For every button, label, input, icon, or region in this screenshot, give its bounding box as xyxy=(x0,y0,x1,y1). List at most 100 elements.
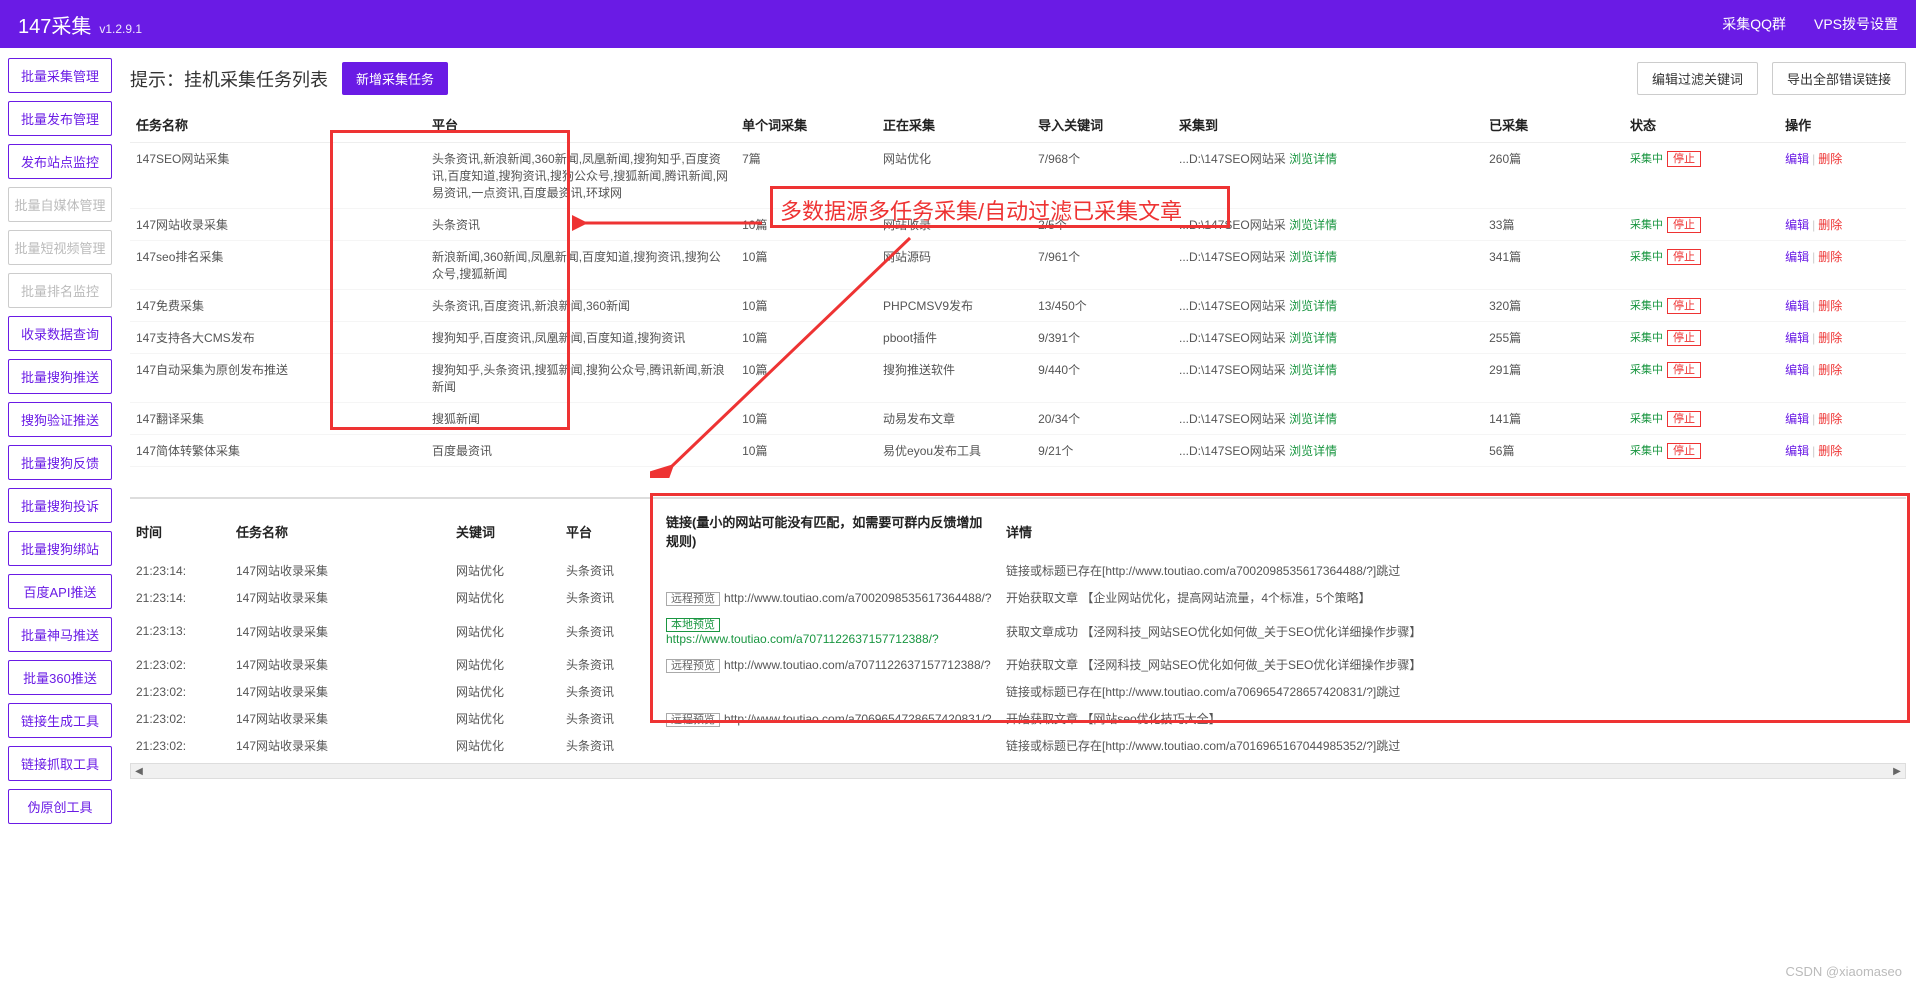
filter-keyword-button[interactable]: 编辑过滤关键词 xyxy=(1637,62,1758,95)
stop-button[interactable]: 停止 xyxy=(1667,411,1701,427)
page-title: 提示：挂机采集任务列表 xyxy=(130,66,328,92)
delete-link[interactable]: 删除 xyxy=(1818,363,1842,377)
remote-preview-badge[interactable]: 远程预览 xyxy=(666,659,720,673)
cell-collectto: ...D:\147SEO网站采 浏览详情 xyxy=(1173,290,1483,322)
sidebar-item-5: 批量排名监控 xyxy=(8,273,112,308)
delete-link[interactable]: 删除 xyxy=(1818,299,1842,313)
log-cell-task: 147网站收录采集 xyxy=(230,651,450,678)
log-cell-task: 147网站收录采集 xyxy=(230,611,450,651)
toolbar: 提示：挂机采集任务列表 新增采集任务 编辑过滤关键词 导出全部错误链接 xyxy=(130,56,1906,107)
edit-link[interactable]: 编辑 xyxy=(1785,331,1809,345)
cell-perword: 7篇 xyxy=(736,143,877,209)
browse-link[interactable]: 浏览详情 xyxy=(1289,444,1337,458)
cell-collected: 255篇 xyxy=(1483,322,1624,354)
remote-preview-badge[interactable]: 远程预览 xyxy=(666,713,720,727)
local-preview-badge[interactable]: 本地预览 xyxy=(666,618,720,632)
cell-perword: 10篇 xyxy=(736,290,877,322)
cell-status: 采集中停止 xyxy=(1624,290,1779,322)
delete-link[interactable]: 删除 xyxy=(1818,218,1842,232)
delete-link[interactable]: 删除 xyxy=(1818,152,1842,166)
export-errors-button[interactable]: 导出全部错误链接 xyxy=(1772,62,1906,95)
edit-link[interactable]: 编辑 xyxy=(1785,412,1809,426)
stop-button[interactable]: 停止 xyxy=(1667,443,1701,459)
sidebar-item-1[interactable]: 批量发布管理 xyxy=(8,101,112,136)
browse-link[interactable]: 浏览详情 xyxy=(1289,152,1337,166)
scroll-right-icon[interactable]: ▶ xyxy=(1889,764,1905,778)
stop-button[interactable]: 停止 xyxy=(1667,362,1701,378)
stop-button[interactable]: 停止 xyxy=(1667,249,1701,265)
cell-ops: 编辑|删除 xyxy=(1779,354,1906,403)
browse-link[interactable]: 浏览详情 xyxy=(1289,299,1337,313)
browse-link[interactable]: 浏览详情 xyxy=(1289,250,1337,264)
cell-perword: 10篇 xyxy=(736,241,877,290)
delete-link[interactable]: 删除 xyxy=(1818,444,1842,458)
log-cell-link: 本地预览https://www.toutiao.com/a70711226371… xyxy=(660,611,1000,651)
cell-platform: 搜狗知乎,百度资讯,凤凰新闻,百度知道,搜狗资讯 xyxy=(426,322,736,354)
cell-collectto: ...D:\147SEO网站采 浏览详情 xyxy=(1173,209,1483,241)
cell-name: 147支持各大CMS发布 xyxy=(130,322,426,354)
browse-link[interactable]: 浏览详情 xyxy=(1289,331,1337,345)
edit-link[interactable]: 编辑 xyxy=(1785,250,1809,264)
cell-platform: 新浪新闻,360新闻,凤凰新闻,百度知道,搜狗资讯,搜狗公众号,搜狐新闻 xyxy=(426,241,736,290)
sidebar-item-7[interactable]: 批量搜狗推送 xyxy=(8,359,112,394)
cell-platform: 搜狐新闻 xyxy=(426,403,736,435)
stop-button[interactable]: 停止 xyxy=(1667,151,1701,167)
sidebar-item-13[interactable]: 批量神马推送 xyxy=(8,617,112,652)
log-cell-time: 21:23:02: xyxy=(130,732,230,759)
sidebar-item-12[interactable]: 百度API推送 xyxy=(8,574,112,609)
cell-perword: 10篇 xyxy=(736,435,877,467)
task-table: 任务名称 平台 单个词采集 正在采集 导入关键词 采集到 已采集 状态 操作 1… xyxy=(130,107,1906,467)
log-row: 21:23:02:147网站收录采集网站优化头条资讯远程预览http://www… xyxy=(130,705,1906,732)
cell-collected: 291篇 xyxy=(1483,354,1624,403)
horizontal-scrollbar[interactable]: ◀ ▶ xyxy=(130,763,1906,779)
log-cell-platform: 头条资讯 xyxy=(560,678,660,705)
cell-name: 147seo排名采集 xyxy=(130,241,426,290)
status-badge: 采集中 xyxy=(1630,219,1663,231)
sidebar-item-10[interactable]: 批量搜狗投诉 xyxy=(8,488,112,523)
sidebar-item-16[interactable]: 链接抓取工具 xyxy=(8,746,112,781)
scroll-left-icon[interactable]: ◀ xyxy=(131,764,147,778)
table-row: 147翻译采集搜狐新闻10篇动易发布文章20/34个...D:\147SEO网站… xyxy=(130,403,1906,435)
log-cell-detail: 开始获取文章 【网站seo优化技巧大全】 xyxy=(1000,705,1906,732)
edit-link[interactable]: 编辑 xyxy=(1785,363,1809,377)
edit-link[interactable]: 编辑 xyxy=(1785,299,1809,313)
cell-ops: 编辑|删除 xyxy=(1779,143,1906,209)
sidebar-item-0[interactable]: 批量采集管理 xyxy=(8,58,112,93)
sidebar-item-17[interactable]: 伪原创工具 xyxy=(8,789,112,824)
stop-button[interactable]: 停止 xyxy=(1667,217,1701,233)
sidebar-item-14[interactable]: 批量360推送 xyxy=(8,660,112,695)
th-platform: 平台 xyxy=(426,107,736,143)
cell-ops: 编辑|删除 xyxy=(1779,403,1906,435)
sidebar-item-15[interactable]: 链接生成工具 xyxy=(8,703,112,738)
log-row: 21:23:02:147网站收录采集网站优化头条资讯链接或标题已存在[http:… xyxy=(130,732,1906,759)
log-cell-detail: 链接或标题已存在[http://www.toutiao.com/a7002098… xyxy=(1000,557,1906,584)
delete-link[interactable]: 删除 xyxy=(1818,250,1842,264)
log-cell-platform: 头条资讯 xyxy=(560,651,660,678)
sidebar-item-9[interactable]: 批量搜狗反馈 xyxy=(8,445,112,480)
cell-platform: 头条资讯,百度资讯,新浪新闻,360新闻 xyxy=(426,290,736,322)
header-link-qq[interactable]: 采集QQ群 xyxy=(1722,14,1786,34)
edit-link[interactable]: 编辑 xyxy=(1785,444,1809,458)
remote-preview-badge[interactable]: 远程预览 xyxy=(666,592,720,606)
log-cell-keyword: 网站优化 xyxy=(450,584,560,611)
new-task-button[interactable]: 新增采集任务 xyxy=(342,62,448,95)
delete-link[interactable]: 删除 xyxy=(1818,412,1842,426)
cell-importkw: 7/961个 xyxy=(1032,241,1173,290)
stop-button[interactable]: 停止 xyxy=(1667,298,1701,314)
sidebar-item-2[interactable]: 发布站点监控 xyxy=(8,144,112,179)
edit-link[interactable]: 编辑 xyxy=(1785,218,1809,232)
log-cell-keyword: 网站优化 xyxy=(450,651,560,678)
log-cell-time: 21:23:13: xyxy=(130,611,230,651)
sidebar-item-11[interactable]: 批量搜狗绑站 xyxy=(8,531,112,566)
stop-button[interactable]: 停止 xyxy=(1667,330,1701,346)
browse-link[interactable]: 浏览详情 xyxy=(1289,412,1337,426)
browse-link[interactable]: 浏览详情 xyxy=(1289,218,1337,232)
sidebar-item-6[interactable]: 收录数据查询 xyxy=(8,316,112,351)
browse-link[interactable]: 浏览详情 xyxy=(1289,363,1337,377)
sidebar-item-8[interactable]: 搜狗验证推送 xyxy=(8,402,112,437)
edit-link[interactable]: 编辑 xyxy=(1785,152,1809,166)
cell-importkw: 9/391个 xyxy=(1032,322,1173,354)
header-link-vps[interactable]: VPS拨号设置 xyxy=(1814,14,1898,34)
delete-link[interactable]: 删除 xyxy=(1818,331,1842,345)
status-badge: 采集中 xyxy=(1630,251,1663,263)
